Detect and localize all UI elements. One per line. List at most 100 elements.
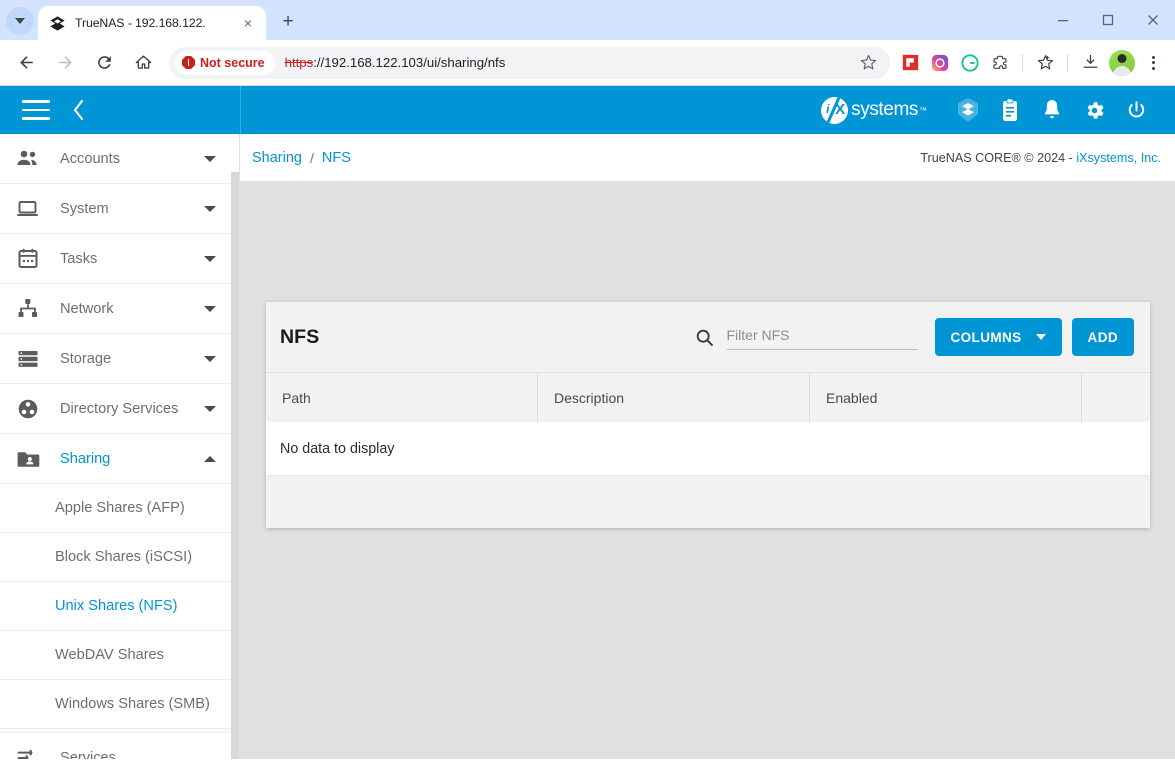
hamburger-menu-icon[interactable] — [22, 100, 50, 120]
column-header-actions — [1082, 373, 1150, 422]
page-title: NFS — [280, 325, 320, 348]
sidebar-item-services[interactable]: Services — [0, 733, 239, 760]
downloads-icon[interactable] — [1076, 49, 1104, 77]
toolbar-divider — [1022, 53, 1023, 72]
chevron-down-icon — [15, 18, 25, 24]
sharing-folder-icon — [14, 446, 42, 472]
search-icon[interactable] — [692, 324, 718, 350]
home-button-icon[interactable] — [126, 46, 160, 80]
browser-tab-strip: TrueNAS - 192.168.122. × + — [0, 0, 1175, 40]
copyright-text: TrueNAS CORE® © 2024 - iXsystems, Inc. — [920, 151, 1161, 165]
directory-services-icon — [14, 396, 42, 422]
breadcrumb-separator: / — [309, 149, 314, 166]
url-text: https://192.168.122.103/ui/sharing/nfs — [285, 55, 854, 70]
collections-star-icon[interactable] — [1031, 49, 1059, 77]
alerts-bell-icon[interactable] — [1033, 91, 1071, 129]
not-secure-label: Not secure — [200, 55, 265, 70]
chevron-down-icon — [1035, 334, 1046, 340]
sidebar-subitem-label: Block Shares (iSCSI) — [55, 549, 193, 565]
sidebar-item-network[interactable]: Network — [0, 284, 239, 334]
ixsystems-logo-x: X — [835, 100, 846, 118]
columns-button[interactable]: COLUMNS — [934, 318, 1062, 356]
columns-button-label: COLUMNS — [950, 329, 1022, 345]
sidebar-item-directory-services[interactable]: Directory Services — [0, 384, 239, 434]
avatar-body-shape — [1113, 65, 1131, 76]
grammarly-extension-icon[interactable] — [956, 49, 984, 77]
column-header-description[interactable]: Description — [538, 373, 810, 422]
settings-gear-icon[interactable] — [1075, 91, 1113, 129]
sidebar-subitem-block-shares[interactable]: Block Shares (iSCSI) — [0, 533, 239, 582]
flipboard-extension-icon[interactable] — [896, 49, 924, 77]
table-footer — [266, 475, 1150, 528]
back-button-icon[interactable] — [9, 46, 43, 80]
tab-close-icon[interactable]: × — [238, 13, 258, 33]
sidebar-subitem-webdav-shares[interactable]: WebDAV Shares — [0, 631, 239, 680]
new-tab-button[interactable]: + — [274, 8, 302, 36]
browser-tab-title: TrueNAS - 192.168.122. — [75, 16, 206, 30]
main-content: NFS COLUMNS ADD Path Description Enabled — [240, 182, 1175, 759]
camera-extension-icon[interactable] — [926, 49, 954, 77]
browser-toolbar: Not secure https://192.168.122.103/ui/sh… — [0, 40, 1175, 86]
sidebar-scrollbar[interactable] — [231, 172, 239, 759]
ixsystems-company-link[interactable]: iXsystems, Inc. — [1076, 151, 1161, 165]
address-bar[interactable]: Not secure https://192.168.122.103/ui/sh… — [169, 46, 890, 79]
truecommand-icon[interactable] — [949, 91, 987, 129]
chevron-up-icon — [204, 455, 216, 462]
column-header-enabled[interactable]: Enabled — [810, 373, 1082, 422]
sidebar-subitem-apple-shares[interactable]: Apple Shares (AFP) — [0, 484, 239, 533]
chrome-menu-icon[interactable] — [1140, 49, 1166, 77]
table-header-row: Path Description Enabled — [266, 372, 1150, 422]
window-minimize-button[interactable] — [1040, 0, 1085, 40]
storage-server-icon — [14, 346, 42, 372]
sidebar-item-sharing[interactable]: Sharing — [0, 434, 239, 484]
breadcrumb-item-nfs[interactable]: NFS — [322, 150, 351, 166]
tasks-calendar-icon — [14, 246, 42, 272]
breadcrumb-item-sharing[interactable]: Sharing — [252, 150, 302, 166]
sidebar: Accounts System Tasks Network Storage Di… — [0, 134, 240, 759]
column-header-path[interactable]: Path — [266, 373, 538, 422]
search-input[interactable] — [726, 324, 917, 350]
collapse-sidebar-chevron-icon[interactable] — [66, 95, 92, 125]
services-tune-icon — [14, 745, 42, 759]
window-close-button[interactable] — [1130, 0, 1175, 40]
sidebar-subitem-label: Apple Shares (AFP) — [55, 500, 185, 516]
ixsystems-logo-tm: ™ — [919, 105, 927, 115]
sidebar-item-accounts[interactable]: Accounts — [0, 134, 239, 184]
chevron-down-icon — [204, 355, 216, 362]
ixsystems-logo-word: systems — [851, 99, 918, 120]
extension-icons — [896, 49, 1166, 77]
sidebar-item-label: Accounts — [60, 150, 121, 167]
url-rest: ://192.168.122.103/ui/sharing/nfs — [313, 55, 506, 70]
profile-avatar[interactable] — [1109, 49, 1135, 76]
power-icon[interactable] — [1117, 91, 1155, 129]
sidebar-item-tasks[interactable]: Tasks — [0, 234, 239, 284]
window-maximize-button[interactable] — [1085, 0, 1130, 40]
window-controls — [1040, 0, 1175, 40]
bookmark-star-icon[interactable] — [854, 49, 882, 77]
sidebar-subitem-windows-shares[interactable]: Windows Shares (SMB) — [0, 680, 239, 729]
tab-search-button[interactable] — [6, 7, 34, 35]
empty-state-message: No data to display — [280, 440, 395, 457]
sidebar-subitem-unix-shares[interactable]: Unix Shares (NFS) — [0, 582, 239, 631]
copyright-prefix: TrueNAS CORE® © 2024 - — [920, 150, 1077, 165]
jobs-clipboard-icon[interactable] — [991, 91, 1029, 129]
not-secure-warning-icon — [182, 56, 195, 69]
sidebar-item-system[interactable]: System — [0, 184, 239, 234]
browser-tab-active[interactable]: TrueNAS - 192.168.122. × — [38, 6, 266, 40]
ixsystems-logo-badge: i X — [821, 96, 849, 124]
nfs-card: NFS COLUMNS ADD Path Description Enabled — [266, 302, 1150, 528]
toolbar-divider-2 — [1067, 53, 1068, 72]
extensions-puzzle-icon[interactable] — [986, 49, 1014, 77]
avatar-head-shape — [1117, 53, 1127, 63]
sidebar-item-label: Services — [60, 749, 116, 760]
sidebar-subitem-label: Windows Shares (SMB) — [55, 696, 210, 712]
sidebar-item-label: Network — [60, 300, 114, 317]
add-button[interactable]: ADD — [1071, 318, 1134, 356]
chevron-down-icon — [204, 405, 216, 412]
not-secure-badge[interactable]: Not secure — [175, 50, 275, 75]
sidebar-item-label: Tasks — [60, 250, 98, 267]
reload-button-icon[interactable] — [87, 46, 121, 80]
sidebar-subitem-label: Unix Shares (NFS) — [55, 598, 178, 614]
sidebar-item-storage[interactable]: Storage — [0, 334, 239, 384]
forward-button-icon[interactable] — [48, 46, 82, 80]
